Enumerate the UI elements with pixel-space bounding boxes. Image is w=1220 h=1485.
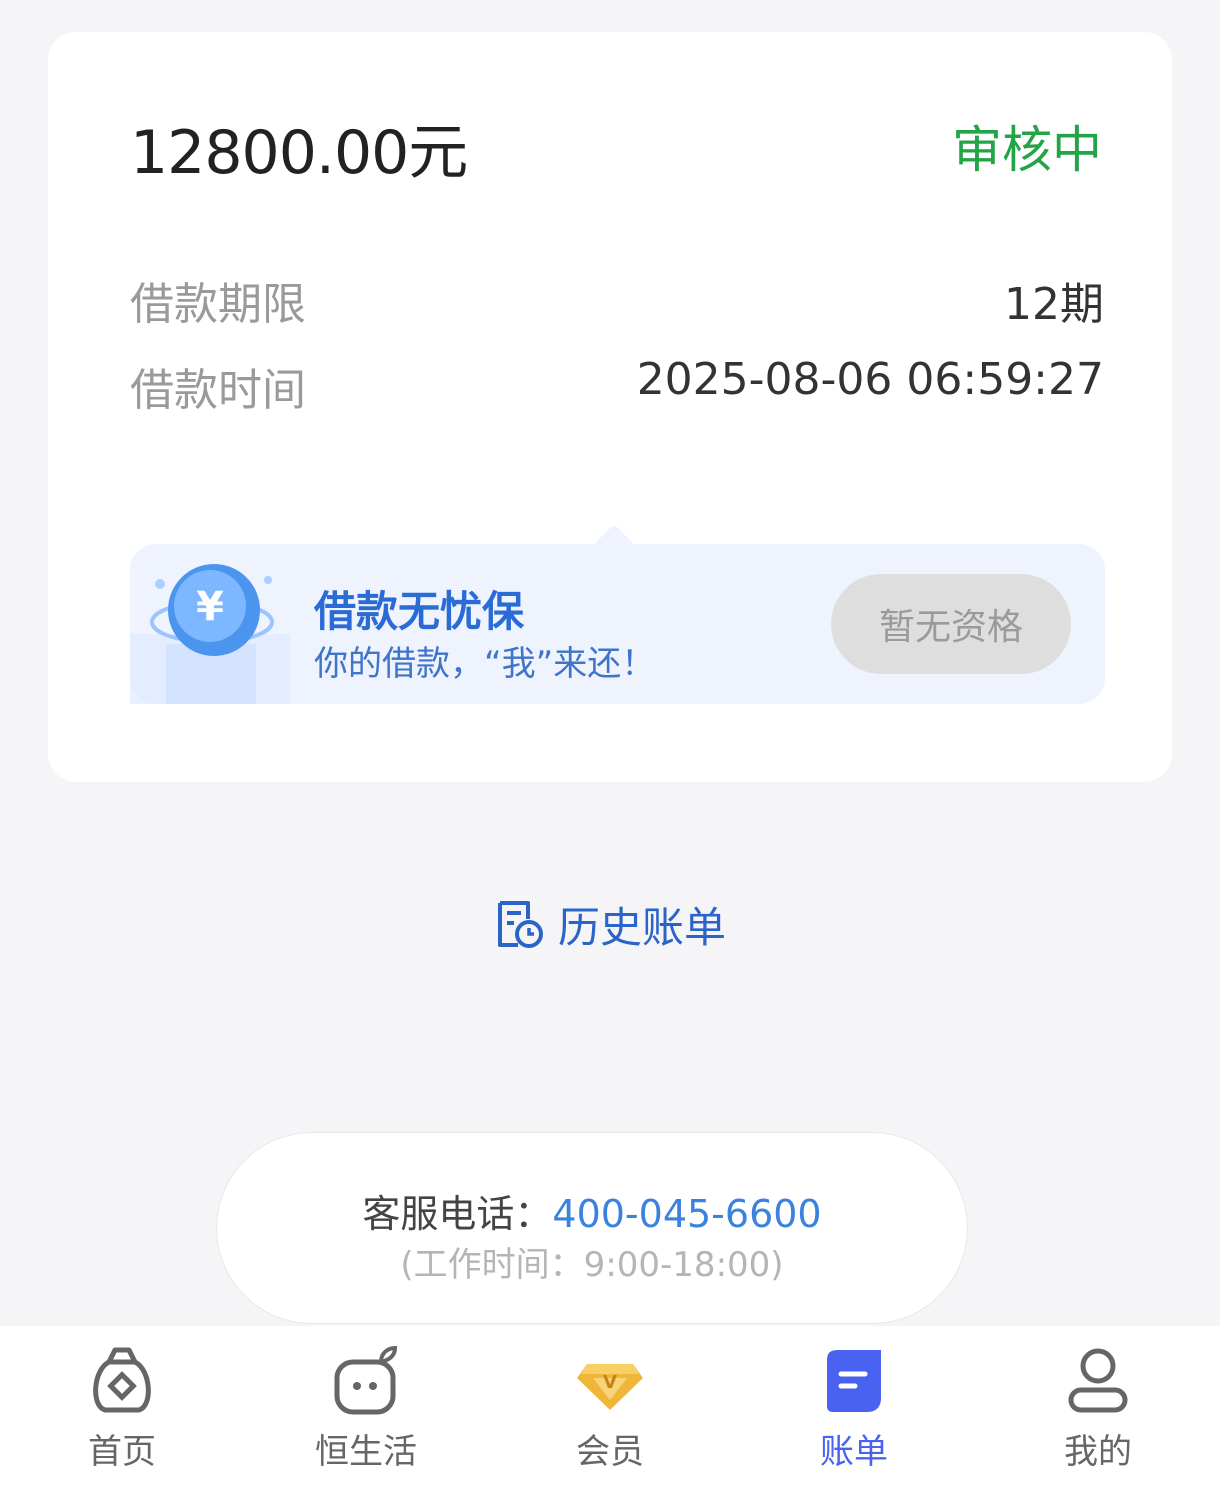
tab-home[interactable]: 首页 bbox=[0, 1326, 244, 1485]
promo-subtitle: 你的借款，“我”来还！ bbox=[314, 644, 656, 684]
money-bag-icon bbox=[93, 1347, 151, 1413]
tab-member[interactable]: V 会员 bbox=[488, 1326, 732, 1485]
user-icon bbox=[1068, 1348, 1128, 1413]
loan-term-label: 借款期限 bbox=[130, 279, 306, 330]
loan-card: 12800.00元 审核中 借款期限 12期 借款时间 2025-08-06 0… bbox=[48, 32, 1172, 782]
history-bills-link[interactable]: 历史账单 bbox=[494, 896, 726, 952]
tab-bill[interactable]: 账单 bbox=[732, 1326, 976, 1485]
promo-title: 借款无忧保 bbox=[314, 587, 525, 636]
diamond-v-icon: V bbox=[577, 1364, 643, 1410]
tab-mine-label: 我的 bbox=[1064, 1432, 1132, 1472]
customer-service-box: 客服电话：400-045-6600 (工作时间：9:00-18:00) bbox=[216, 1132, 968, 1324]
tab-home-label: 首页 bbox=[88, 1432, 156, 1472]
history-bill-icon bbox=[498, 901, 543, 948]
apple-face-icon bbox=[334, 1345, 398, 1415]
service-phone-number[interactable]: 400-045-6600 bbox=[552, 1192, 821, 1236]
yuan-coin-icon: ¥ bbox=[130, 564, 290, 704]
service-phone-label: 客服电话： bbox=[362, 1192, 553, 1236]
loan-amount: 12800.00元 bbox=[130, 118, 468, 188]
svg-text:¥: ¥ bbox=[196, 584, 224, 630]
loan-term-value: 12期 bbox=[1004, 279, 1104, 330]
service-hours: (工作时间：9:00-18:00) bbox=[400, 1245, 784, 1285]
tab-life-label: 恒生活 bbox=[315, 1432, 417, 1472]
history-bills-label: 历史账单 bbox=[558, 902, 727, 952]
tab-member-label: 会员 bbox=[576, 1432, 644, 1472]
bottom-tab-bar: 首页 恒生活 V 会员 账单 我的 bbox=[0, 1326, 1220, 1485]
banner-pointer bbox=[594, 524, 634, 564]
bill-icon bbox=[827, 1350, 881, 1412]
tab-bill-label: 账单 bbox=[820, 1432, 888, 1472]
svg-text:V: V bbox=[603, 1372, 617, 1393]
loan-time-value: 2025-08-06 06:59:27 bbox=[636, 354, 1104, 405]
tab-life[interactable]: 恒生活 bbox=[244, 1326, 488, 1485]
loan-status: 审核中 bbox=[952, 121, 1102, 179]
loan-time-label: 借款时间 bbox=[130, 365, 306, 416]
service-phone-line: 客服电话：400-045-6600 bbox=[217, 1183, 967, 1238]
no-eligibility-button[interactable]: 暂无资格 bbox=[831, 574, 1071, 674]
loan-insurance-banner[interactable]: ¥ 借款无忧保 你的借款，“我”来还！ 暂无资格 bbox=[130, 524, 1105, 704]
tab-mine[interactable]: 我的 bbox=[976, 1326, 1220, 1485]
